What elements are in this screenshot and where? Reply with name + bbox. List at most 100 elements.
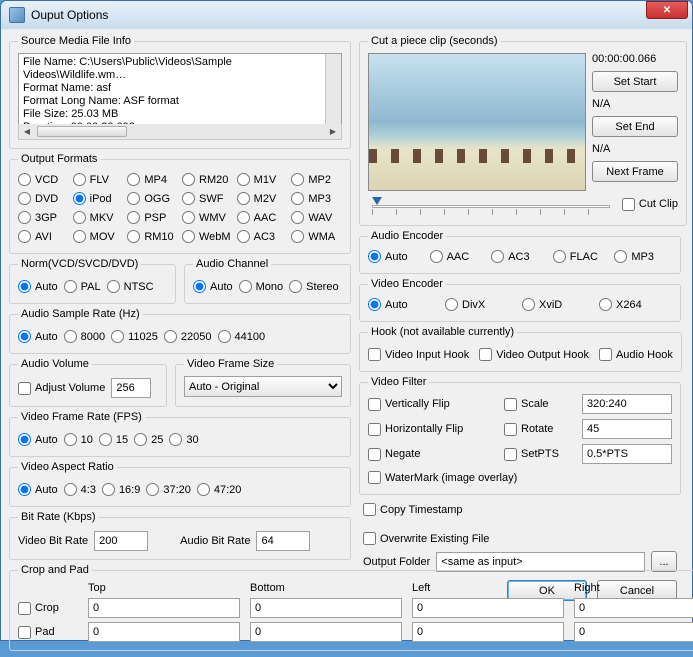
scroll-left-icon[interactable]: ◀ — [19, 124, 35, 139]
scale-check[interactable]: Scale — [504, 396, 574, 413]
formats-option[interactable]: SWF — [182, 190, 233, 207]
var-option[interactable]: Auto — [18, 481, 58, 498]
vfr-option[interactable]: 15 — [99, 431, 128, 448]
overwrite-check[interactable]: Overwrite Existing File — [363, 530, 677, 547]
asr-option[interactable]: Auto — [18, 328, 58, 345]
video-bitrate-input[interactable] — [94, 531, 148, 551]
achan-option[interactable]: Stereo — [289, 278, 338, 295]
aenc-option[interactable]: AC3 — [491, 248, 549, 265]
set-end-button[interactable]: Set End — [592, 116, 678, 137]
venc-option[interactable]: X264 — [599, 296, 672, 313]
hook-check[interactable]: Video Output Hook — [479, 346, 589, 363]
formats-option[interactable]: WMV — [182, 209, 233, 226]
watermark-check[interactable]: WaterMark (image overlay) — [368, 469, 672, 486]
aenc-option[interactable]: MP3 — [614, 248, 672, 265]
vfr-option[interactable]: 25 — [134, 431, 163, 448]
frame-size-select[interactable]: Auto - Original — [184, 376, 342, 397]
vfr-option[interactable]: 30 — [169, 431, 198, 448]
formats-option[interactable]: MP4 — [127, 171, 178, 188]
formats-option[interactable]: M1V — [237, 171, 288, 188]
crop-left[interactable] — [412, 598, 564, 618]
formats-option[interactable]: WAV — [291, 209, 342, 226]
copy-timestamp-check[interactable]: Copy Timestamp — [363, 501, 677, 518]
pad-bottom[interactable] — [250, 622, 402, 642]
formats-option[interactable]: AVI — [18, 228, 69, 245]
var-option[interactable]: 37:20 — [146, 481, 191, 498]
pad-left[interactable] — [412, 622, 564, 642]
scale-input[interactable] — [582, 394, 672, 414]
formats-option[interactable]: iPod — [73, 190, 124, 207]
formats-option[interactable]: WMA — [291, 228, 342, 245]
source-textarea[interactable]: File Name: C:\Users\Public\Videos\Sample… — [18, 53, 342, 125]
audio-bitrate-input[interactable] — [256, 531, 310, 551]
formats-option[interactable]: RM20 — [182, 171, 233, 188]
venc-option[interactable]: DivX — [445, 296, 518, 313]
hook-check[interactable]: Video Input Hook — [368, 346, 469, 363]
aenc-option[interactable]: FLAC — [553, 248, 611, 265]
formats-option[interactable]: MP2 — [291, 171, 342, 188]
formats-option[interactable]: AC3 — [237, 228, 288, 245]
setpts-input[interactable] — [582, 444, 672, 464]
aenc-option[interactable]: AAC — [430, 248, 488, 265]
formats-option[interactable]: FLV — [73, 171, 124, 188]
hflip-check[interactable]: Horizontally Flip — [368, 421, 496, 438]
titlebar: Ouput Options ✕ — [1, 1, 692, 29]
var-option[interactable]: 47:20 — [197, 481, 242, 498]
venc-option[interactable]: Auto — [368, 296, 441, 313]
asr-option[interactable]: 8000 — [64, 328, 105, 345]
var-option[interactable]: 4:3 — [64, 481, 96, 498]
adjust-volume-check[interactable]: Adjust Volume — [18, 380, 105, 397]
achan-option[interactable]: Mono — [239, 278, 284, 295]
crop-hdr-right: Right — [574, 582, 693, 594]
scroll-thumb[interactable] — [37, 126, 127, 137]
aenc-option[interactable]: Auto — [368, 248, 426, 265]
achan-option[interactable]: Auto — [193, 278, 233, 295]
formats-option[interactable]: MKV — [73, 209, 124, 226]
norm-option[interactable]: PAL — [64, 278, 101, 295]
formats-option[interactable]: MOV — [73, 228, 124, 245]
scrollbar-vertical[interactable] — [325, 54, 341, 124]
var-option[interactable]: 16:9 — [102, 481, 140, 498]
cut-clip-check[interactable]: Cut Clip — [622, 196, 678, 213]
vflip-check[interactable]: Vertically Flip — [368, 396, 496, 413]
clip-slider[interactable] — [368, 195, 614, 217]
rotate-input[interactable] — [582, 419, 672, 439]
pad-check[interactable]: Pad — [18, 624, 78, 641]
close-button[interactable]: ✕ — [646, 1, 688, 19]
norm-option[interactable]: NTSC — [107, 278, 154, 295]
vfr-option[interactable]: 10 — [64, 431, 93, 448]
setpts-check[interactable]: SetPTS — [504, 446, 574, 463]
formats-option[interactable]: VCD — [18, 171, 69, 188]
negate-check[interactable]: Negate — [368, 446, 496, 463]
crop-top[interactable] — [88, 598, 240, 618]
rotate-check[interactable]: Rotate — [504, 421, 574, 438]
set-start-button[interactable]: Set Start — [592, 71, 678, 92]
hook-check[interactable]: Audio Hook — [599, 346, 673, 363]
formats-option[interactable]: 3GP — [18, 209, 69, 226]
pad-top[interactable] — [88, 622, 240, 642]
video-preview[interactable] — [368, 53, 586, 191]
next-frame-button[interactable]: Next Frame — [592, 161, 678, 182]
crop-right[interactable] — [574, 598, 693, 618]
formats-option[interactable]: M2V — [237, 190, 288, 207]
slider-thumb-icon[interactable] — [372, 197, 382, 205]
asr-option[interactable]: 22050 — [164, 328, 212, 345]
asr-option[interactable]: 11025 — [111, 328, 158, 345]
formats-option[interactable]: DVD — [18, 190, 69, 207]
crop-bottom[interactable] — [250, 598, 402, 618]
venc-option[interactable]: XviD — [522, 296, 595, 313]
formats-option[interactable]: RM10 — [127, 228, 178, 245]
norm-option[interactable]: Auto — [18, 278, 58, 295]
formats-option[interactable]: MP3 — [291, 190, 342, 207]
scrollbar-horizontal[interactable]: ◀ ▶ — [18, 124, 342, 140]
asr-option[interactable]: 44100 — [218, 328, 266, 345]
formats-option[interactable]: WebM — [182, 228, 233, 245]
crop-check[interactable]: Crop — [18, 600, 78, 617]
formats-option[interactable]: OGG — [127, 190, 178, 207]
scroll-right-icon[interactable]: ▶ — [325, 124, 341, 139]
formats-option[interactable]: AAC — [237, 209, 288, 226]
vfr-option[interactable]: Auto — [18, 431, 58, 448]
volume-input[interactable] — [111, 378, 151, 398]
formats-option[interactable]: PSP — [127, 209, 178, 226]
pad-right[interactable] — [574, 622, 693, 642]
